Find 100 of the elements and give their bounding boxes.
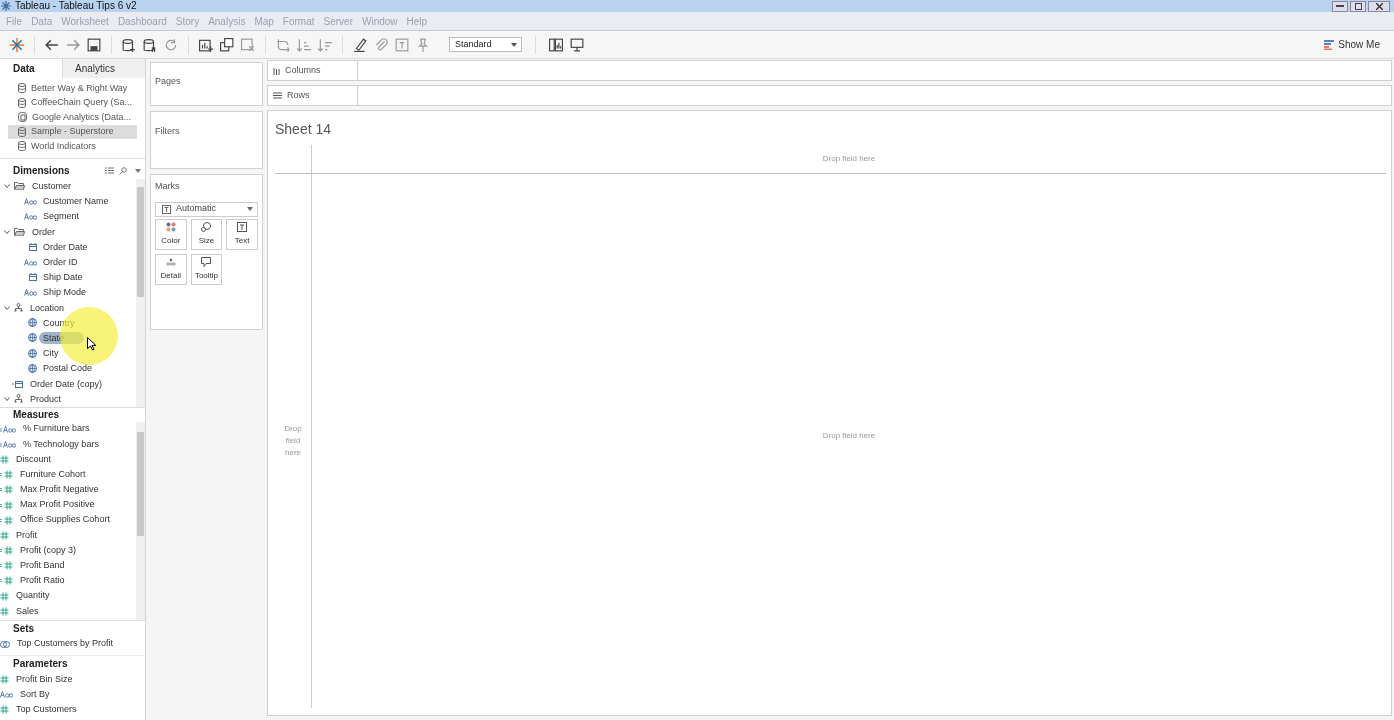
field-item[interactable]: Top Customers bbox=[16, 702, 77, 717]
data-source-item[interactable]: Better Way & Right Way bbox=[8, 81, 137, 96]
field-item[interactable]: Sort By bbox=[20, 687, 50, 702]
field-item[interactable]: Postal Code bbox=[43, 362, 93, 375]
field-item[interactable]: Ship Date bbox=[43, 271, 83, 284]
field-item[interactable]: Profit Ratio bbox=[20, 574, 65, 588]
text-mark-icon bbox=[237, 221, 248, 232]
back-arrow-icon bbox=[45, 37, 59, 52]
refresh-icon bbox=[164, 37, 178, 52]
field-item[interactable]: Customer Name bbox=[43, 195, 109, 208]
marks-card-button[interactable]: Size bbox=[190, 218, 223, 250]
field-item[interactable]: Sales bbox=[16, 604, 39, 619]
fit-dropdown[interactable]: Standard bbox=[449, 37, 522, 52]
field-item[interactable]: % Technology bars bbox=[23, 437, 99, 452]
shelf-title: Filters bbox=[155, 126, 180, 136]
logo-icon bbox=[10, 37, 24, 52]
data-source-item[interactable]: Google Analytics (Data... bbox=[8, 110, 137, 125]
dropdown-arrow-icon[interactable] bbox=[135, 168, 141, 173]
marks-card-button[interactable]: Detail bbox=[155, 253, 187, 285]
number-sign-icon bbox=[0, 705, 9, 715]
minimize-button[interactable] bbox=[1332, 0, 1348, 12]
list-view-icon[interactable] bbox=[105, 167, 114, 174]
forward-arrow-icon bbox=[66, 37, 80, 52]
scrollbar[interactable] bbox=[136, 421, 145, 620]
string-field-icon bbox=[0, 690, 13, 698]
field-item[interactable]: Order ID bbox=[43, 256, 78, 269]
field-item[interactable]: Max Profit Negative bbox=[20, 483, 99, 497]
data-source-item[interactable]: CoffeeChain Query (Sa... bbox=[8, 95, 137, 110]
section-title: Parameters bbox=[13, 657, 68, 672]
cards-layout-icon bbox=[549, 37, 563, 52]
field-item[interactable]: % Furniture bars bbox=[23, 422, 90, 436]
filters-shelf[interactable]: Filters bbox=[150, 111, 263, 169]
maximize-button[interactable] bbox=[1350, 0, 1366, 12]
color-dots-icon bbox=[165, 221, 176, 232]
field-item[interactable]: Discount bbox=[16, 452, 51, 467]
calculated-number-icon bbox=[0, 515, 13, 525]
field-item[interactable]: City bbox=[43, 347, 59, 360]
field-item[interactable]: Order bbox=[32, 225, 55, 238]
data-source-item[interactable]: Sample - Superstore bbox=[8, 124, 137, 139]
text-label-icon bbox=[395, 37, 409, 52]
field-item[interactable]: Profit (copy 3) bbox=[20, 543, 77, 558]
field-item[interactable]: Customer bbox=[32, 180, 71, 193]
globe-icon bbox=[28, 348, 37, 358]
field-item[interactable]: Ship Mode bbox=[43, 286, 87, 299]
field-item[interactable]: Quantity bbox=[16, 589, 50, 603]
field-item[interactable]: Segment bbox=[43, 210, 80, 223]
database-icon bbox=[18, 141, 26, 152]
field-item[interactable]: Top Customers by Profit bbox=[17, 637, 114, 651]
pages-shelf[interactable]: Pages bbox=[150, 62, 263, 106]
shelf-title: Rows bbox=[287, 88, 310, 102]
show-me-button[interactable]: Show Me bbox=[1324, 37, 1380, 52]
field-item[interactable]: Order Date (copy) bbox=[30, 377, 103, 390]
calculated-number-icon bbox=[0, 561, 13, 571]
field-item[interactable]: Profit bbox=[16, 528, 37, 543]
field-item[interactable]: Furniture Cohort bbox=[20, 467, 86, 482]
mark-type-dropdown[interactable]: Automatic bbox=[155, 201, 258, 217]
side-tab[interactable]: Data bbox=[0, 59, 62, 78]
string-field-icon bbox=[24, 212, 37, 220]
data-source-item[interactable]: World Indicators bbox=[8, 139, 137, 154]
drop-zone-text: Drop field here bbox=[283, 423, 303, 459]
marks-card-button[interactable]: Color bbox=[155, 218, 187, 250]
new-sheet-icon bbox=[199, 37, 213, 52]
calculated-number-icon bbox=[0, 485, 13, 495]
database-icon bbox=[18, 97, 26, 108]
shelf-title: Columns bbox=[285, 63, 321, 77]
calculated-number-icon bbox=[0, 500, 13, 510]
number-sign-icon bbox=[0, 454, 9, 464]
save-icon bbox=[87, 37, 101, 52]
scrollbar[interactable] bbox=[136, 178, 145, 407]
database-pause-icon bbox=[143, 37, 157, 52]
section-title: Sets bbox=[13, 622, 35, 636]
number-sign-icon bbox=[0, 674, 9, 684]
field-item[interactable]: Max Profit Positive bbox=[20, 498, 95, 512]
hierarchy-icon bbox=[14, 303, 23, 313]
field-item[interactable]: Profit Bin Size bbox=[16, 672, 73, 687]
columns-shelf[interactable]: Columns bbox=[267, 60, 1392, 81]
drop-zone-text: Drop field here bbox=[822, 430, 876, 442]
side-tab[interactable]: Analytics bbox=[62, 59, 145, 78]
field-item[interactable]: Order Date bbox=[43, 240, 88, 253]
field-item[interactable]: Office Supplies Cohort bbox=[20, 513, 110, 527]
close-button[interactable] bbox=[1368, 0, 1390, 12]
highlighter-icon bbox=[353, 37, 367, 52]
database-plus-icon bbox=[122, 37, 136, 52]
rows-shelf[interactable]: Rows bbox=[267, 85, 1392, 106]
speech-bubble-icon bbox=[201, 256, 212, 267]
shelf-title: Pages bbox=[155, 76, 181, 86]
marks-card-button[interactable]: Tooltip bbox=[190, 253, 223, 285]
calculated-number-icon bbox=[0, 546, 13, 556]
sheet-title: Sheet 14 bbox=[275, 121, 333, 137]
marks-card-button[interactable]: Text bbox=[226, 218, 258, 250]
field-item[interactable]: Product bbox=[30, 392, 62, 405]
hierarchy-icon bbox=[14, 394, 23, 404]
field-item[interactable]: Location bbox=[30, 301, 65, 314]
pin-icon bbox=[416, 37, 430, 52]
field-item[interactable]: Profit Band bbox=[20, 559, 65, 573]
section-title: Dimensions bbox=[13, 164, 70, 178]
globe-icon bbox=[28, 363, 37, 373]
sort-descending-icon bbox=[318, 37, 332, 52]
search-icon[interactable] bbox=[119, 166, 127, 175]
calculated-number-icon bbox=[0, 576, 13, 586]
